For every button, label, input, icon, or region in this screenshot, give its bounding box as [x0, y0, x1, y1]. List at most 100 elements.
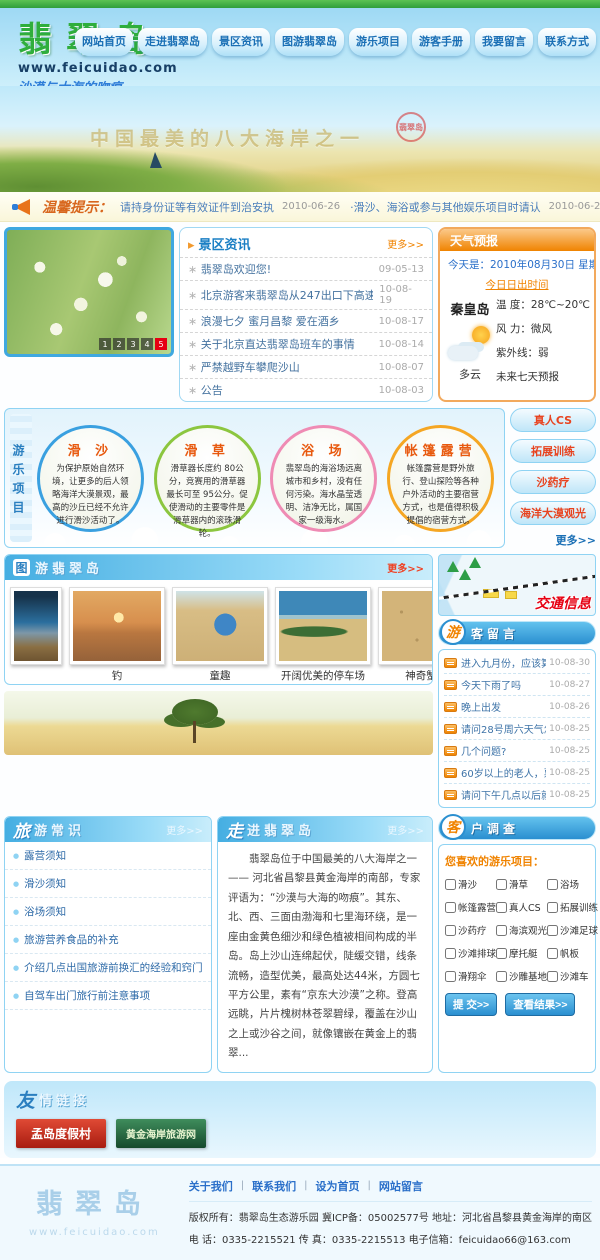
survey-option-checkbox[interactable] [445, 971, 456, 982]
traffic-info-map[interactable]: 交通信息 [438, 554, 596, 616]
slideshow-page-button-active[interactable]: 5 [155, 338, 167, 350]
news-row[interactable]: 浪漫七夕 蜜月昌黎 爱在酒乡 10-08-17 [180, 309, 432, 332]
sunrise-time-link[interactable]: 今日日出时间 [448, 277, 586, 292]
gallery-photo[interactable]: 神奇蟹 [378, 587, 432, 683]
survey-option[interactable]: 沙滩排球 [445, 946, 496, 960]
survey-option-checkbox[interactable] [496, 879, 507, 890]
tip-row[interactable]: 浴场须知 [5, 898, 211, 926]
survey-option[interactable]: 沙雕基地 [496, 969, 547, 983]
button-cs[interactable]: 真人CS [510, 408, 596, 432]
message-row[interactable]: 请问下午几点以后就接... 10-08-25 [444, 784, 590, 805]
gallery-photo[interactable]: 钓 [69, 587, 165, 683]
survey-option[interactable]: 滑草 [496, 877, 547, 891]
beach-tree-banner [4, 691, 433, 755]
activity-circle-huasha[interactable]: 滑 沙 为保护原始自然环境，让更多的后人领略海洋大漠景观，最高的沙丘已经不允许进… [37, 425, 144, 532]
tip-row[interactable]: 介绍几点出国旅游前换汇的经验和窍门 [5, 954, 211, 982]
survey-option[interactable]: 帆板 [547, 946, 598, 960]
survey-option[interactable]: 拓展训练 [547, 900, 598, 914]
nav-item-news[interactable]: 景区资讯 [212, 28, 270, 56]
survey-submit-button[interactable]: 提 交>> [445, 993, 497, 1016]
slideshow-page-button[interactable]: 4 [141, 338, 153, 350]
news-more-link[interactable]: 更多>> [387, 236, 424, 251]
tips-title-initial: 旅 [13, 817, 30, 842]
footer-link-homepage[interactable]: 设为首页 [316, 1178, 360, 1194]
activity-circle-huacao[interactable]: 滑 草 滑草器长度约 80公分，竞赛用的滑草器最长可至 95公分。促使滑动的主要… [154, 425, 261, 532]
survey-option-checkbox[interactable] [547, 925, 558, 936]
news-row[interactable]: 关于北京直达翡翠岛班车的事情 10-08-14 [180, 332, 432, 355]
tip-row[interactable]: 自驾车出门旅行前注意事项 [5, 982, 211, 1010]
survey-option-checkbox[interactable] [547, 902, 558, 913]
button-tuozhan[interactable]: 拓展训练 [510, 439, 596, 463]
slideshow-page-button[interactable]: 3 [127, 338, 139, 350]
survey-option[interactable]: 真人CS [496, 900, 547, 914]
gallery-photo[interactable]: 童趣 [172, 587, 268, 683]
traffic-info-label: 交通信息 [535, 593, 591, 613]
survey-option-checkbox[interactable] [445, 879, 456, 890]
survey-option-checkbox[interactable] [445, 902, 456, 913]
hero-watermark-text: 中国最美的八大海岸之一 [90, 124, 365, 151]
survey-option[interactable]: 沙滩足球 [547, 923, 598, 937]
survey-option[interactable]: 摩托艇 [496, 946, 547, 960]
survey-option-checkbox[interactable] [547, 948, 558, 959]
survey-option[interactable]: 滑沙 [445, 877, 496, 891]
gallery-photo[interactable] [10, 587, 62, 683]
survey-option[interactable]: 沙滩车 [547, 969, 598, 983]
news-row[interactable]: 严禁越野车攀爬沙山 10-08-07 [180, 355, 432, 378]
tip-row[interactable]: 露营须知 [5, 842, 211, 870]
survey-option[interactable]: 帐篷露营 [445, 900, 496, 914]
message-row[interactable]: 晚上出发 10-08-26 [444, 696, 590, 718]
footer-link-about[interactable]: 关于我们 [189, 1178, 233, 1194]
survey-option-checkbox[interactable] [496, 902, 507, 913]
slideshow-page-button[interactable]: 1 [99, 338, 111, 350]
message-row[interactable]: 请问28号周六天气怎... 10-08-25 [444, 718, 590, 740]
survey-option-checkbox[interactable] [496, 925, 507, 936]
slideshow-page-button[interactable]: 2 [113, 338, 125, 350]
nav-item-about-island[interactable]: 走进翡翠岛 [138, 28, 207, 56]
survey-option-checkbox[interactable] [496, 948, 507, 959]
activity-circle-camping[interactable]: 帐篷露营 帐篷露营是野外旅行、登山探险等各种户外活动的主要宿营方式，也是值得积极… [387, 425, 494, 532]
survey-option-checkbox[interactable] [547, 879, 558, 890]
activities-more-link[interactable]: 更多>> [510, 532, 596, 548]
gallery-photo[interactable]: 开阔优美的停车场 [275, 587, 371, 683]
message-row[interactable]: 60岁以上的老人，票... 10-08-25 [444, 762, 590, 784]
gallery-more-link[interactable]: 更多>> [387, 560, 424, 575]
nav-item-message[interactable]: 我要留言 [475, 28, 533, 56]
nav-item-gallery[interactable]: 图游翡翠岛 [275, 28, 344, 56]
photo-slideshow[interactable]: 1 2 3 4 5 [4, 227, 174, 357]
message-row[interactable]: 今天下雨了吗 10-08-27 [444, 674, 590, 696]
footer-link-message[interactable]: 网站留言 [379, 1178, 423, 1194]
tips-more-link[interactable]: 更多>> [166, 822, 203, 837]
notice-item[interactable]: ·滑沙、海浴或参与其他娱乐项目时请认 [350, 199, 541, 215]
nav-item-guide[interactable]: 游客手册 [412, 28, 470, 56]
survey-option[interactable]: 浴场 [547, 877, 598, 891]
button-guanguang[interactable]: 海洋大漠观光 [510, 501, 596, 525]
survey-option[interactable]: 海滨观光 [496, 923, 547, 937]
survey-view-results-button[interactable]: 查看结果>> [505, 993, 575, 1016]
survey-option-checkbox[interactable] [496, 971, 507, 982]
notice-item[interactable]: 请持身份证等有效证件到治安执 [120, 199, 274, 215]
footer-link-contact[interactable]: 联系我们 [252, 1178, 296, 1194]
survey-option-checkbox[interactable] [445, 925, 456, 936]
seven-day-forecast-link[interactable]: 未来七天预报 [496, 369, 590, 384]
friend-link-banner[interactable]: 黄金海岸旅游网 [116, 1119, 206, 1148]
about-more-link[interactable]: 更多>> [387, 822, 424, 837]
activity-circle-yuchang[interactable]: 浴 场 翡翠岛的海浴场远离城市和乡村，没有任何污染。海水晶莹透明、洁净无比，属国… [270, 425, 377, 532]
nav-item-contact[interactable]: 联系方式 [538, 28, 596, 56]
survey-option[interactable]: 滑翔伞 [445, 969, 496, 983]
news-row[interactable]: 公告 10-08-03 [180, 378, 432, 401]
news-row[interactable]: 北京游客来翡翠岛从247出口下高速 10-08-19 [180, 280, 432, 309]
news-row[interactable]: 翡翠岛欢迎您! 09-05-13 [180, 257, 432, 280]
survey-option[interactable]: 沙药疗 [445, 923, 496, 937]
tip-row[interactable]: 滑沙须知 [5, 870, 211, 898]
message-row[interactable]: 进入九月份，应该算淡... 10-08-30 [444, 652, 590, 674]
survey-option-checkbox[interactable] [445, 948, 456, 959]
tip-row[interactable]: 旅游营养食品的补充 [5, 926, 211, 954]
message-row[interactable]: 几个问题? 10-08-25 [444, 740, 590, 762]
weather-panel: 天气预报 今天是：2010年08月30日 星期一 今日日出时间 秦皇岛 多云 温… [438, 227, 596, 402]
friend-link-banner[interactable]: 孟岛度假村 [16, 1119, 106, 1148]
nav-item-home[interactable]: 网站首页 [75, 28, 133, 56]
button-shaliao[interactable]: 沙药疗 [510, 470, 596, 494]
megaphone-icon [10, 196, 36, 218]
nav-item-activities[interactable]: 游乐项目 [349, 28, 407, 56]
survey-option-checkbox[interactable] [547, 971, 558, 982]
